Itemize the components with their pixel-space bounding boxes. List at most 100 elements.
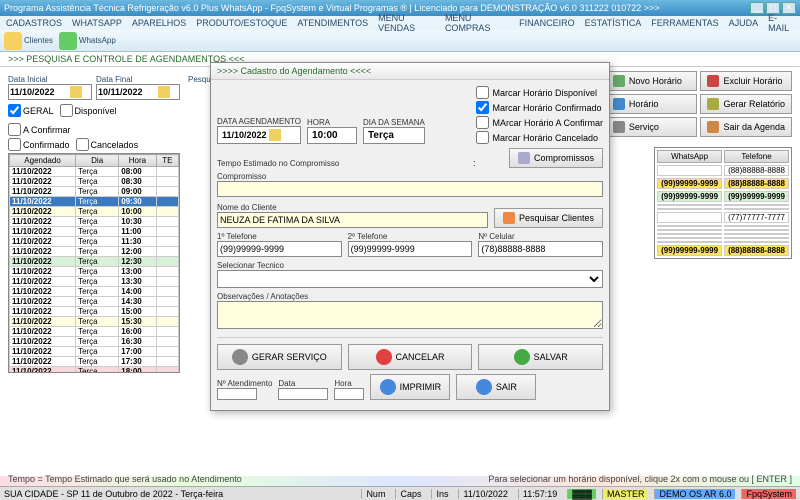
gear-icon (232, 349, 248, 365)
menu-ajuda[interactable]: AJUDA (729, 18, 759, 28)
table-row[interactable]: 11/10/2022Terça15:00 (10, 307, 179, 317)
data-inicial-input[interactable] (10, 87, 70, 97)
report-icon (707, 98, 719, 110)
menu-aparelhos[interactable]: APARELHOS (132, 18, 186, 28)
sair-agenda-button[interactable]: Sair da Agenda (700, 117, 792, 137)
phone-row (657, 204, 789, 206)
dlg-dia: Terça (363, 127, 425, 144)
menu-financeiro[interactable]: FINANCEIRO (519, 18, 575, 28)
gerar-servico-button[interactable]: GERAR SERVIÇO (217, 344, 342, 370)
calendar-icon[interactable] (70, 86, 82, 98)
minimize-button[interactable]: _ (750, 2, 764, 14)
imprimir-button[interactable]: IMPRIMIR (370, 374, 450, 400)
data-inicial-label: Data Inicial (8, 75, 92, 84)
nome-cliente-input[interactable] (217, 212, 488, 228)
data2-input[interactable] (278, 388, 328, 400)
exit-icon (707, 121, 719, 133)
clock-icon (613, 98, 625, 110)
excluir-horario-button[interactable]: Excluir Horário (700, 71, 792, 91)
menu-menu vendas[interactable]: MENU VENDAS (378, 13, 435, 33)
compromissos-button[interactable]: Compromissos (509, 148, 603, 168)
dlg-data[interactable]: 11/10/2022 (217, 126, 301, 144)
sair-button[interactable]: SAIR (456, 374, 536, 400)
chk-conf[interactable] (476, 101, 489, 114)
chk-aconfirmar[interactable] (8, 123, 21, 136)
schedule-grid[interactable]: AgendadoDiaHoraTE11/10/2022Terça08:0011/… (8, 153, 180, 373)
table-row[interactable]: 11/10/2022Terça09:00 (10, 187, 179, 197)
table-row[interactable]: 11/10/2022Terça18:00 (10, 367, 179, 374)
table-row[interactable]: 11/10/2022Terça11:00 (10, 227, 179, 237)
menu-ferramentas[interactable]: FERRAMENTAS (651, 18, 718, 28)
salvar-button[interactable]: SALVAR (478, 344, 603, 370)
servico-button[interactable]: Serviço (606, 117, 698, 137)
menu-menu compras[interactable]: MENU COMPRAS (445, 13, 509, 33)
gerar-relatorio-button[interactable]: Gerar Relatório (700, 94, 792, 114)
table-row[interactable]: 11/10/2022Terça10:30 (10, 217, 179, 227)
phone-table: WhatsAppTelefone(88)88888-8888(99)99999-… (654, 147, 792, 259)
dlg-tempo[interactable]: : (473, 158, 503, 168)
table-row[interactable]: 11/10/2022Terça12:00 (10, 247, 179, 257)
novo-horario-button[interactable]: Novo Horário (606, 71, 698, 91)
compromisso-input[interactable] (217, 181, 603, 197)
table-row[interactable]: 11/10/2022Terça08:00 (10, 167, 179, 177)
data-final-label: Data Final (96, 75, 180, 84)
table-row[interactable]: 11/10/2022Terça17:00 (10, 347, 179, 357)
calendar-icon[interactable] (158, 86, 170, 98)
menu-atendimentos[interactable]: ATENDIMENTOS (297, 18, 368, 28)
menu-cadastros[interactable]: CADASTROS (6, 18, 62, 28)
phone-row: (88)88888-8888 (657, 165, 789, 176)
table-row[interactable]: 11/10/2022Terça10:00 (10, 207, 179, 217)
chk-confirmado[interactable] (8, 138, 21, 151)
horario-button[interactable]: Horário (606, 94, 698, 114)
obs-input[interactable] (217, 301, 603, 329)
chk-disponivel[interactable] (60, 104, 73, 117)
chk-geral[interactable] (8, 104, 21, 117)
tecnico-select[interactable] (217, 270, 603, 288)
cancelar-button[interactable]: CANCELAR (348, 344, 473, 370)
tab-clientes[interactable]: Clientes (24, 36, 53, 45)
table-row[interactable]: 11/10/2022Terça16:30 (10, 337, 179, 347)
atend-input[interactable] (217, 388, 257, 400)
whatsapp-icon[interactable] (59, 32, 77, 50)
data-final-input[interactable] (98, 87, 158, 97)
menubar: CADASTROS WHATSAPP APARELHOS PRODUTO/ESTOQU… (0, 16, 800, 30)
cel-input[interactable] (478, 241, 603, 257)
tab-whatsapp[interactable]: WhatsApp (79, 36, 116, 45)
chk-disp[interactable] (476, 86, 489, 99)
tel2-input[interactable] (348, 241, 473, 257)
menu-whatsapp[interactable]: WHATSAPP (72, 18, 122, 28)
arrow-icon (476, 379, 492, 395)
table-row[interactable]: 11/10/2022Terça13:30 (10, 277, 179, 287)
chk-cancelados[interactable] (76, 138, 89, 151)
clients-icon[interactable] (4, 32, 22, 50)
service-icon (613, 121, 625, 133)
menu-estatística[interactable]: ESTATÍSTICA (585, 18, 642, 28)
progress-indicator: ▓▓▓ (567, 489, 596, 499)
hora2-input[interactable] (334, 388, 364, 400)
chk-aconf[interactable] (476, 116, 489, 129)
table-row[interactable]: 11/10/2022Terça09:30 (10, 197, 179, 207)
table-row[interactable]: 11/10/2022Terça15:30 (10, 317, 179, 327)
check-icon (514, 349, 530, 365)
phone-row (657, 229, 789, 231)
pesquisar-clientes-button[interactable]: Pesquisar Clientes (494, 208, 603, 228)
table-row[interactable]: 11/10/2022Terça11:30 (10, 237, 179, 247)
statusbar: SUA CIDADE - SP 11 de Outubro de 2022 - … (0, 486, 800, 500)
phone-row (657, 233, 789, 235)
tel1-input[interactable] (217, 241, 342, 257)
cadastro-dialog: >>>> Cadastro do Agendamento <<<< DATA A… (210, 62, 610, 411)
print-icon (380, 379, 396, 395)
toolbar: Clientes WhatsApp (0, 30, 800, 52)
chk-canc[interactable] (476, 131, 489, 144)
table-row[interactable]: 11/10/2022Terça14:30 (10, 297, 179, 307)
table-row[interactable]: 11/10/2022Terça16:00 (10, 327, 179, 337)
table-row[interactable]: 11/10/2022Terça14:00 (10, 287, 179, 297)
table-row[interactable]: 11/10/2022Terça17:30 (10, 357, 179, 367)
table-row[interactable]: 11/10/2022Terça12:30 (10, 257, 179, 267)
menu-produto/estoque[interactable]: PRODUTO/ESTOQUE (196, 18, 287, 28)
menu-e-mail[interactable]: E-MAIL (768, 13, 794, 33)
calendar-icon[interactable] (269, 129, 281, 141)
dlg-hora[interactable]: 10:00 (307, 127, 357, 144)
table-row[interactable]: 11/10/2022Terça08:30 (10, 177, 179, 187)
table-row[interactable]: 11/10/2022Terça13:00 (10, 267, 179, 277)
